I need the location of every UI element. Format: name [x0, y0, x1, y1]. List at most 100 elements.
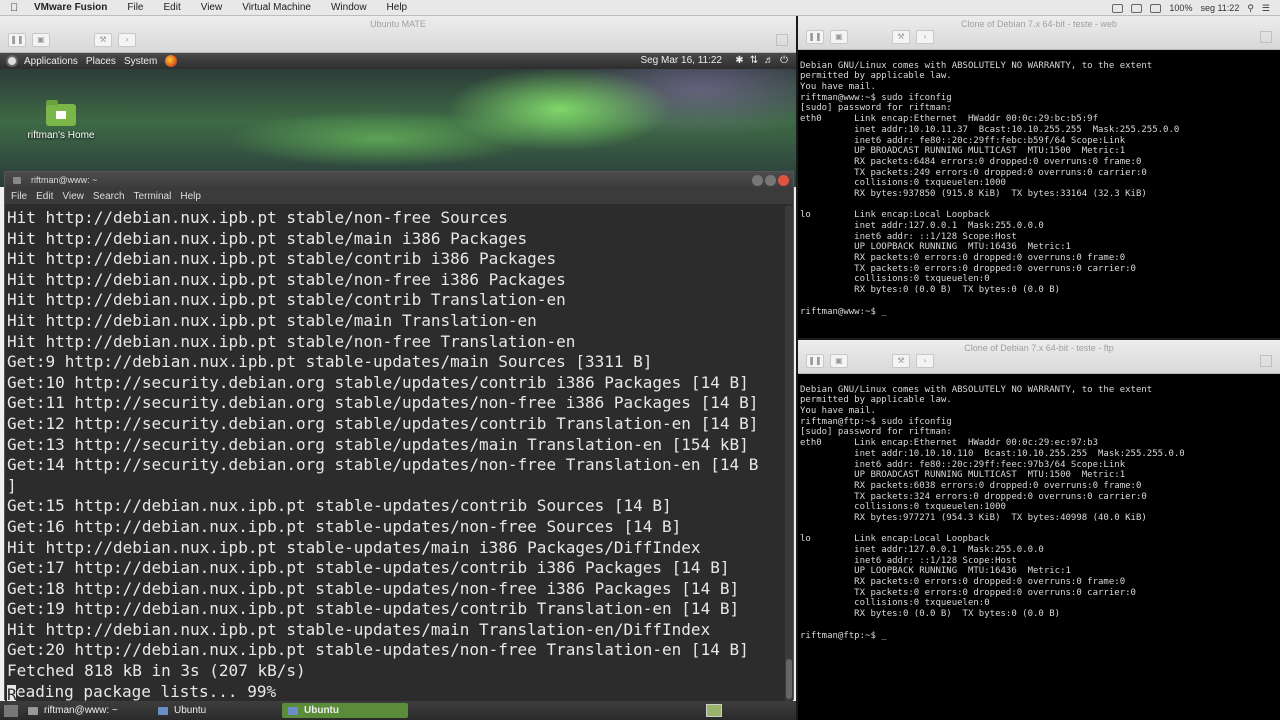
screen-icon[interactable]: [1112, 3, 1124, 13]
vm-titlebar[interactable]: Ubuntu MATE ❚❚ ▣ ⚒ ›: [0, 16, 796, 53]
menubar-file[interactable]: File: [127, 2, 143, 13]
volume-icon[interactable]: ♬: [764, 55, 774, 66]
folder-icon: [46, 100, 76, 126]
console-line: TX packets:0 errors:0 dropped:0 overruns…: [800, 263, 1136, 274]
search-icon[interactable]: ⚲: [1247, 3, 1254, 14]
panel-clock[interactable]: Seg Mar 16, 11:22: [640, 55, 722, 66]
console-line: inet6 addr: ::1/128 Scope:Host: [800, 231, 1017, 242]
terminal-window: riftman@www: ~ File Edit View Search Ter…: [4, 171, 794, 702]
terminal-titlebar[interactable]: riftman@www: ~: [5, 172, 793, 189]
terminal-menu-search[interactable]: Search: [93, 191, 125, 202]
terminal-menu-view[interactable]: View: [62, 191, 84, 202]
console-line: TX packets:249 errors:0 dropped:0 overru…: [800, 167, 1147, 178]
system-tray: ✱ ⇅ ♬ ⏻: [735, 55, 788, 66]
ubuntu-logo-icon[interactable]: [6, 55, 18, 67]
console-line: eth0 Link encap:Ethernet HWaddr 00:0c:29…: [800, 114, 1099, 125]
terminal-line: Hit http://debian.nux.ipb.pt stable-upda…: [7, 619, 711, 639]
scrollbar-thumb[interactable]: [786, 659, 792, 699]
terminal-scrollbar[interactable]: [785, 206, 793, 701]
console-line: inet addr:127.0.0.1 Mask:255.0.0.0: [800, 545, 1044, 555]
snapshot-icon[interactable]: ▣: [830, 30, 848, 44]
console-line: inet addr:127.0.0.1 Mask:255.0.0.0: [800, 221, 1044, 231]
vm-window-title: Clone of Debian 7.x 64-bit - teste - ftp: [964, 343, 1114, 353]
menubar-view[interactable]: View: [201, 2, 223, 13]
terminal-menu-file[interactable]: File: [11, 191, 27, 202]
chevron-right-icon[interactable]: ›: [916, 354, 934, 368]
vm-console[interactable]: Debian GNU/Linux comes with ABSOLUTELY N…: [798, 374, 1280, 720]
terminal-line: Hit http://debian.nux.ipb.pt stable/main…: [7, 228, 528, 248]
fullscreen-icon[interactable]: [1260, 355, 1272, 367]
console-line: inet6 addr: fe80::20c:29ff:febc:b59f/64 …: [800, 135, 1126, 146]
ubuntu-icon: [158, 706, 168, 715]
maximize-button[interactable]: [765, 175, 776, 186]
terminal-title: riftman@www: ~: [31, 175, 98, 185]
close-button[interactable]: [778, 175, 789, 186]
terminal-line: Hit http://debian.nux.ipb.pt stable-upda…: [7, 537, 701, 557]
menubar-status-area: 100% seg 11:22 ⚲ ☰: [1112, 0, 1270, 16]
list-icon[interactable]: ☰: [1262, 3, 1270, 14]
console-line: RX packets:6484 errors:0 dropped:0 overr…: [800, 156, 1142, 167]
window-buttons: [752, 175, 789, 186]
chevron-right-icon[interactable]: ›: [118, 33, 136, 47]
taskbar-item-ubuntu[interactable]: Ubuntu: [152, 703, 278, 718]
home-folder-icon[interactable]: riftman's Home: [24, 100, 98, 141]
menubar-app-name[interactable]: VMware Fusion: [34, 2, 107, 13]
taskbar-item-ubuntu-active[interactable]: Ubuntu: [282, 703, 408, 718]
bluetooth-icon[interactable]: ✱: [735, 55, 743, 66]
menubar-virtual-machine[interactable]: Virtual Machine: [242, 2, 311, 13]
fullscreen-icon[interactable]: [776, 34, 788, 46]
menu-system[interactable]: System: [124, 56, 157, 67]
snapshot-icon[interactable]: ▣: [32, 33, 50, 47]
screen:  VMware Fusion File Edit View Virtual M…: [0, 0, 1280, 720]
console-line: UP LOOPBACK RUNNING MTU:16436 Metric:1: [800, 242, 1071, 253]
vm-toolbar: ❚❚ ▣ ⚒ ›: [806, 30, 934, 44]
settings-icon[interactable]: ⚒: [892, 30, 910, 44]
terminal-menu-edit[interactable]: Edit: [36, 191, 53, 202]
show-desktop-icon[interactable]: [4, 704, 18, 717]
pause-icon[interactable]: ❚❚: [8, 33, 26, 47]
terminal-menu-help[interactable]: Help: [180, 191, 201, 202]
vm-console[interactable]: Debian GNU/Linux comes with ABSOLUTELY N…: [798, 50, 1280, 338]
settings-icon[interactable]: ⚒: [94, 33, 112, 47]
console-prompt: riftman@www:~$ _: [800, 306, 887, 317]
mac-menubar:  VMware Fusion File Edit View Virtual M…: [0, 0, 1280, 16]
vm-titlebar[interactable]: Clone of Debian 7.x 64-bit - teste - ftp…: [798, 340, 1280, 374]
taskbar-item-terminal[interactable]: riftman@www: ~: [22, 703, 148, 718]
mate-bottom-panel: riftman@www: ~ Ubuntu Ubuntu: [0, 701, 796, 720]
console-line: RX packets:0 errors:0 dropped:0 overruns…: [800, 253, 1126, 264]
terminal-line: Fetched 818 kB in 3s (207 kB/s): [7, 661, 306, 681]
power-icon[interactable]: ⏻: [780, 55, 788, 66]
snapshot-icon[interactable]: ▣: [830, 354, 848, 368]
menubar-window[interactable]: Window: [331, 2, 367, 13]
menubar-edit[interactable]: Edit: [163, 2, 180, 13]
settings-icon[interactable]: ⚒: [892, 354, 910, 368]
terminal-output[interactable]: Hit http://debian.nux.ipb.pt stable/non-…: [5, 206, 785, 702]
pause-icon[interactable]: ❚❚: [806, 30, 824, 44]
volume-icon[interactable]: [1150, 3, 1162, 13]
console-line: riftman@www:~$ sudo ifconfig: [800, 92, 952, 103]
fullscreen-icon[interactable]: [1260, 31, 1272, 43]
menu-applications[interactable]: Applications: [24, 56, 78, 67]
firefox-icon[interactable]: [165, 55, 178, 67]
pause-icon[interactable]: ❚❚: [806, 354, 824, 368]
wifi-icon[interactable]: [1131, 3, 1143, 13]
chevron-right-icon[interactable]: ›: [916, 30, 934, 44]
minimize-button[interactable]: [752, 175, 763, 186]
terminal-menu-terminal[interactable]: Terminal: [134, 191, 172, 202]
battery-percent[interactable]: 100%: [1169, 3, 1192, 13]
terminal-line: Get:9 http://debian.nux.ipb.pt stable-up…: [7, 352, 653, 372]
apple-icon[interactable]: : [10, 2, 24, 14]
menu-places[interactable]: Places: [86, 56, 116, 67]
network-icon[interactable]: ⇅: [750, 55, 758, 66]
workspace-switcher[interactable]: [706, 704, 722, 717]
menubar-clock[interactable]: seg 11:22: [1200, 3, 1239, 13]
vm-titlebar[interactable]: Clone of Debian 7.x 64-bit - teste - web…: [798, 16, 1280, 50]
console-line: RX bytes:937850 (915.8 KiB) TX bytes:331…: [800, 188, 1147, 199]
menubar-help[interactable]: Help: [387, 2, 408, 13]
terminal-line: Hit http://debian.nux.ipb.pt stable/non-…: [7, 331, 576, 351]
console-line: inet addr:10.10.10.110 Bcast:10.10.255.2…: [800, 448, 1185, 459]
vm-window-title: Ubuntu MATE: [370, 19, 426, 29]
